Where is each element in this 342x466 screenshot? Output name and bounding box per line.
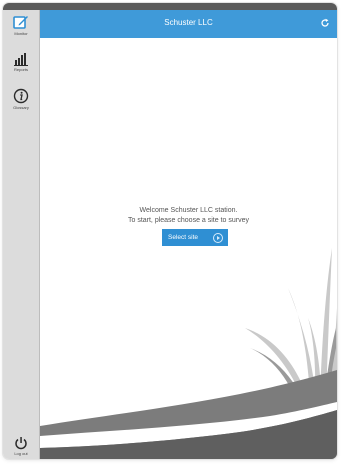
status-bar [3, 3, 337, 10]
refresh-icon[interactable] [320, 18, 330, 28]
select-site-label: Select site [168, 234, 198, 241]
edit-icon [13, 16, 28, 29]
sidebar-item-monitor[interactable]: Monitor [3, 14, 39, 36]
sidebar-item-reports[interactable]: Reports [3, 52, 39, 72]
instruction-text: To start, please choose a site to survey [127, 217, 249, 224]
sidebar: Monitor Reports Glossary Log out [3, 10, 40, 459]
header-bar: Schuster LLC [40, 10, 337, 38]
arrow-right-circle-icon [213, 233, 223, 243]
bar-chart-icon [14, 53, 28, 66]
welcome-text: Welcome Schuster LLC station. [139, 207, 238, 214]
app-window: Monitor Reports Glossary Log out Schuste… [3, 3, 337, 459]
page-title: Schuster LLC [164, 18, 213, 27]
logout-button[interactable]: Log out [3, 436, 39, 456]
sidebar-item-glossary[interactable]: Glossary [3, 88, 39, 110]
info-icon [13, 88, 29, 104]
main-content: Welcome Schuster LLC station. To start, … [40, 38, 337, 459]
sidebar-item-label: Monitor [14, 31, 28, 36]
landscape-illustration [40, 248, 337, 459]
sidebar-item-label: Glossary [13, 105, 29, 110]
sidebar-item-label: Reports [13, 67, 28, 72]
power-icon [15, 437, 27, 450]
select-site-button[interactable]: Select site [162, 229, 228, 246]
logout-label: Log out [14, 451, 28, 456]
